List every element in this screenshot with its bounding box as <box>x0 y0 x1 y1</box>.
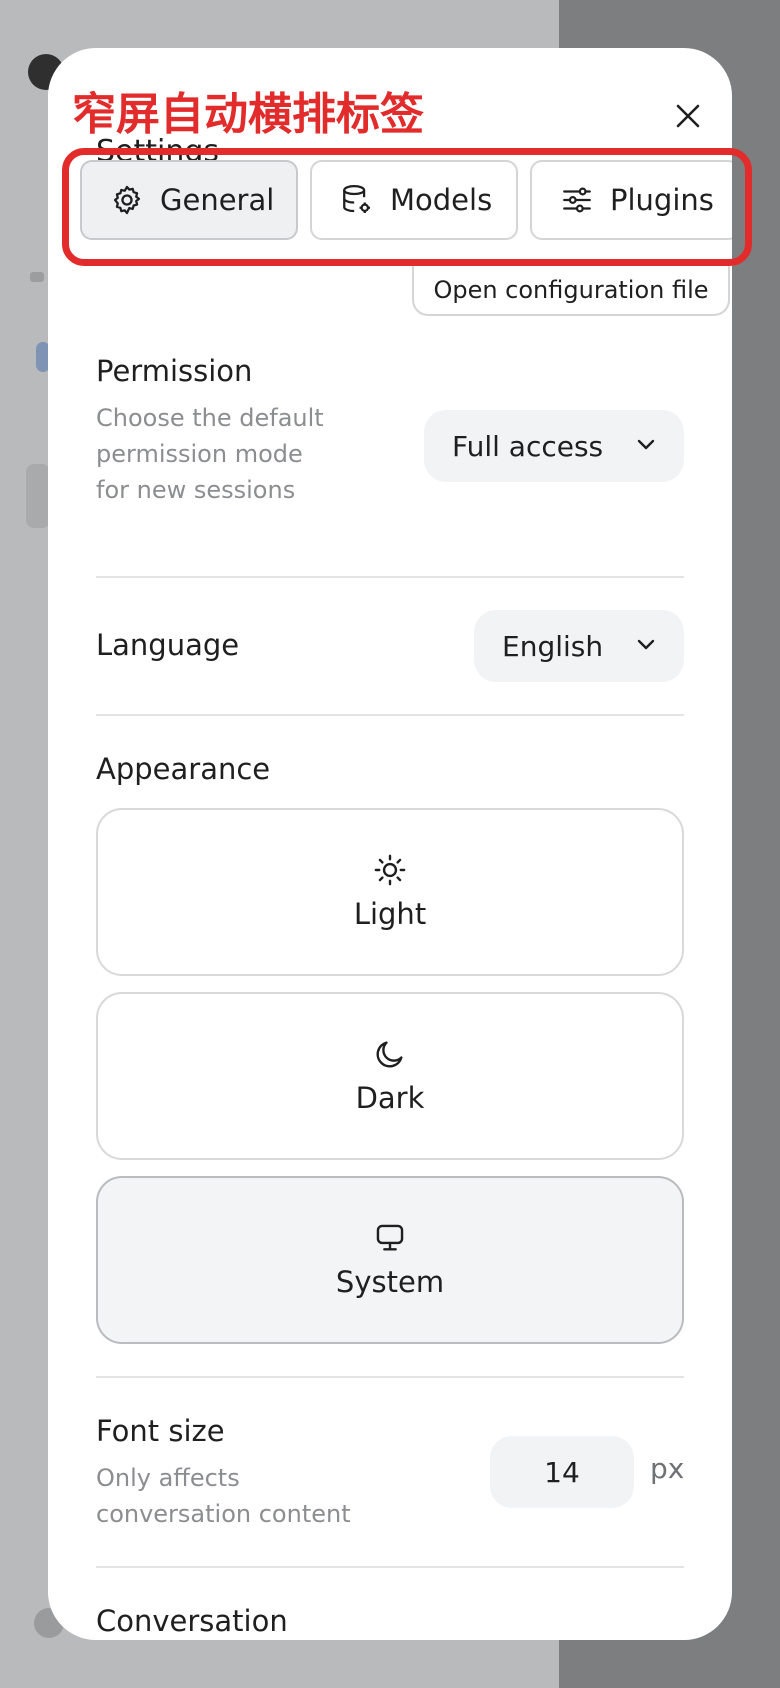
divider <box>96 714 684 716</box>
close-icon <box>676 104 700 128</box>
appearance-option-label: System <box>335 1265 445 1299</box>
conversation-label: Conversation <box>96 1604 288 1638</box>
open-config-file-button[interactable]: Open configuration file <box>412 266 730 316</box>
language-value: English <box>502 629 604 663</box>
appearance-label: Appearance <box>96 752 271 786</box>
appearance-option-label: Dark <box>355 1081 425 1115</box>
font-size-label: Font size <box>96 1414 225 1448</box>
permission-label: Permission <box>96 354 253 388</box>
font-size-input[interactable]: 14 <box>490 1436 634 1508</box>
moon-icon <box>376 1041 403 1068</box>
appearance-option-label: Light <box>353 897 427 931</box>
font-size-unit: px <box>650 1452 685 1485</box>
chevron-down-icon <box>637 439 655 450</box>
settings-panel: Settings General Models Plugins Open con… <box>48 48 732 1640</box>
language-select[interactable]: English <box>474 610 684 682</box>
appearance-option-dark[interactable]: Dark <box>96 992 684 1160</box>
permission-value: Full access <box>452 429 604 463</box>
tabs-highlight-box <box>62 148 752 266</box>
divider <box>96 1566 684 1568</box>
language-label: Language <box>96 628 240 662</box>
monitor-icon <box>376 1224 404 1251</box>
divider <box>96 576 684 578</box>
sun-icon <box>374 854 406 886</box>
divider <box>96 1376 684 1378</box>
background-item <box>30 272 44 282</box>
close-button[interactable] <box>660 88 716 144</box>
permission-description: Choose the default permission mode for n… <box>96 404 324 504</box>
annotation-label: 窄屏自动横排标签 <box>72 89 424 140</box>
chevron-down-icon <box>637 639 655 650</box>
background-item <box>26 464 50 528</box>
font-size-description: Only affects conversation content <box>96 1464 351 1528</box>
permission-select[interactable]: Full access <box>424 410 684 482</box>
appearance-option-light[interactable]: Light <box>96 808 684 976</box>
appearance-option-system[interactable]: System <box>96 1176 684 1344</box>
